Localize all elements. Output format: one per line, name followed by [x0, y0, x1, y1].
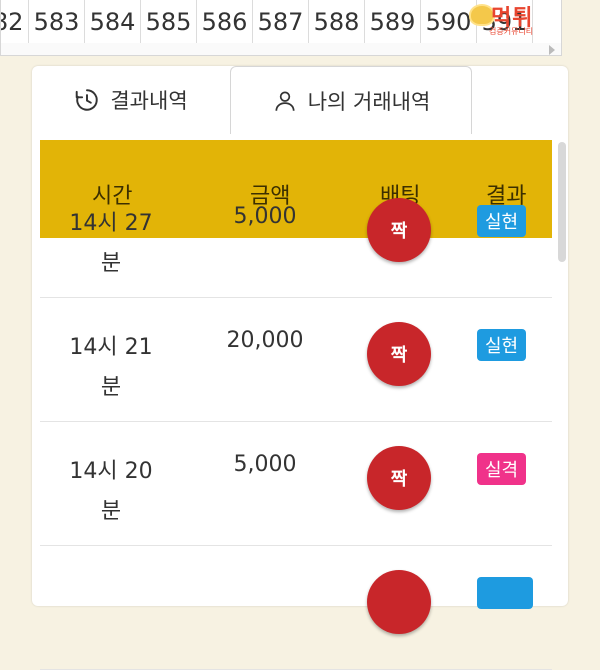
- result-badge: 실현: [477, 329, 527, 361]
- round-cell[interactable]: 587: [253, 0, 309, 44]
- result-badge: 실현: [477, 205, 527, 237]
- round-cell[interactable]: 585: [141, 0, 197, 44]
- horizontal-scrollbar[interactable]: [1, 43, 561, 55]
- history-panel: 결과내역 나의 거래내역 시간 금액 배팅 결과 14시 27 분 5,000 …: [32, 66, 568, 670]
- row-amount: 5,000: [233, 204, 297, 229]
- history-icon: [76, 89, 99, 111]
- round-cell[interactable]: 589: [365, 0, 421, 44]
- round-cell[interactable]: 586: [197, 0, 253, 44]
- round-cell[interactable]: 591: [477, 0, 533, 44]
- row-time-minute: 분: [100, 375, 122, 400]
- row-time-hour: 14시 27: [69, 211, 153, 236]
- row-amount: 5,000: [233, 452, 297, 477]
- row-time-hour: 14시 21: [69, 335, 153, 360]
- result-badge: 실격: [477, 453, 527, 485]
- pick-badge: 짝: [367, 198, 431, 262]
- round-cell[interactable]: 583: [29, 0, 85, 44]
- row-time: 14시 27 분: [56, 204, 166, 284]
- table-row: 14시 27 분 5,000 짝 실현: [40, 174, 552, 298]
- scroll-right-arrow-icon[interactable]: [549, 45, 555, 55]
- row-time: 14시 21 분: [56, 328, 166, 408]
- table-row: 14시 20 분 5,000 짝 실격: [40, 422, 552, 546]
- pick-badge: 짝: [367, 446, 431, 510]
- tab-underlay: [40, 134, 552, 140]
- tab-my-transactions-label: 나의 거래내역: [307, 89, 431, 114]
- row-time-minute: 분: [100, 499, 122, 524]
- tab-bar: 결과내역 나의 거래내역: [32, 66, 568, 134]
- round-cell[interactable]: 582: [1, 0, 29, 44]
- pick-badge: 짝: [367, 322, 431, 386]
- tab-results[interactable]: 결과내역: [32, 66, 230, 134]
- table-row: 14시 21 분 20,000 짝 실현: [40, 298, 552, 422]
- table-row: [40, 546, 552, 670]
- row-time-hour: 14시 20: [69, 459, 153, 484]
- round-cell[interactable]: 590: [421, 0, 477, 44]
- user-icon: [275, 90, 295, 111]
- row-amount: 20,000: [226, 328, 304, 353]
- vertical-scrollbar[interactable]: [558, 142, 566, 262]
- result-badge: [477, 577, 533, 609]
- round-number-strip[interactable]: 582 583 584 585 586 587 588 589 590 591 …: [0, 0, 562, 56]
- pick-badge: [367, 570, 431, 634]
- round-cell[interactable]: 588: [309, 0, 365, 44]
- tab-my-transactions[interactable]: 나의 거래내역: [230, 66, 472, 134]
- round-cell[interactable]: 584: [85, 0, 141, 44]
- row-time-minute: 분: [100, 251, 122, 276]
- row-time: 14시 20 분: [56, 452, 166, 532]
- tab-results-label: 결과내역: [110, 89, 188, 113]
